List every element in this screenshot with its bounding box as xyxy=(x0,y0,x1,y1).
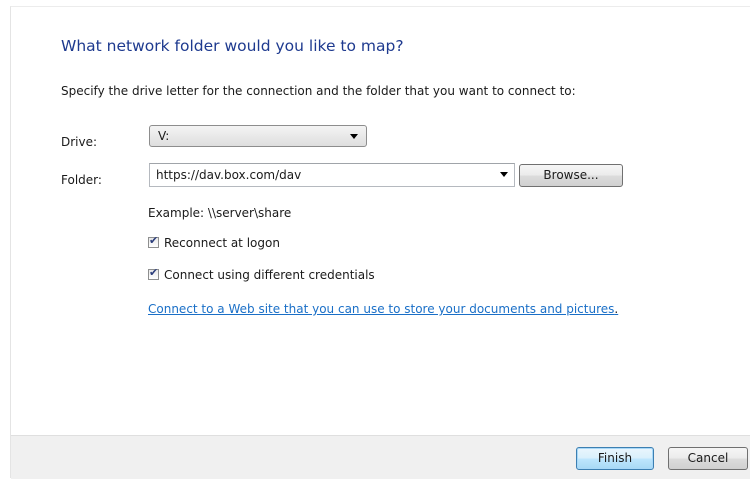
map-network-drive-dialog: What network folder would you like to ma… xyxy=(10,6,750,479)
dialog-footer: Finish Cancel xyxy=(11,435,750,479)
chevron-down-icon xyxy=(500,172,508,177)
credentials-label[interactable]: Connect using different credentials xyxy=(164,268,375,282)
instruction-text: Specify the drive letter for the connect… xyxy=(61,84,576,98)
web-site-link[interactable]: Connect to a Web site that you can use t… xyxy=(148,302,614,316)
checkmark-icon: ✔ xyxy=(149,266,159,279)
link-suffix: . xyxy=(614,302,619,316)
page-title: What network folder would you like to ma… xyxy=(61,37,404,55)
drive-label: Drive: xyxy=(61,135,98,149)
folder-label: Folder: xyxy=(61,173,102,187)
example-text: Example: \\server\share xyxy=(148,206,292,220)
chevron-down-icon xyxy=(350,134,358,139)
drive-select-value: V: xyxy=(158,129,170,143)
web-site-link-row: Connect to a Web site that you can use t… xyxy=(148,302,618,316)
drive-select[interactable]: V: xyxy=(149,125,367,147)
reconnect-checkbox[interactable]: ✔ xyxy=(148,234,159,248)
folder-combobox[interactable] xyxy=(149,163,515,187)
folder-input[interactable] xyxy=(156,166,486,184)
finish-button[interactable]: Finish xyxy=(576,447,654,470)
cancel-button[interactable]: Cancel xyxy=(668,447,748,470)
credentials-checkbox[interactable]: ✔ xyxy=(148,266,159,280)
reconnect-label[interactable]: Reconnect at logon xyxy=(164,236,280,250)
checkmark-icon: ✔ xyxy=(149,234,159,247)
browse-button[interactable]: Browse... xyxy=(519,164,623,187)
folder-dropdown-button[interactable] xyxy=(496,164,514,186)
